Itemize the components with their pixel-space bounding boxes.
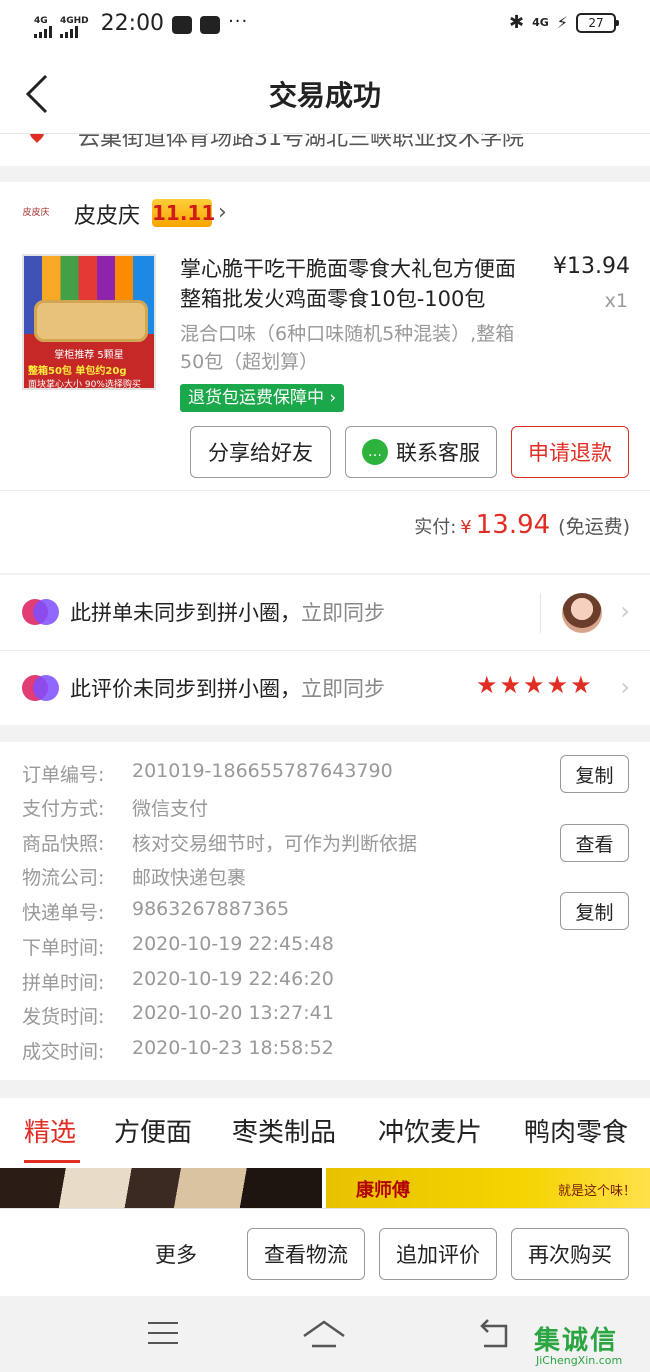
info-row-order-no: 订单编号: 201019-186655787643790 — [22, 760, 393, 786]
chevron-right-icon[interactable]: › — [218, 200, 227, 225]
return-shipping-guarantee-tag[interactable]: 退货包运费保障中 › — [180, 384, 345, 412]
shop-name[interactable]: 皮皮庆 — [74, 198, 140, 230]
product-quantity: x1 — [604, 290, 628, 312]
divider — [0, 490, 650, 491]
battery-icon: 27 — [576, 12, 619, 33]
product-price: ¥13.94 — [553, 254, 630, 279]
sync-review-row[interactable]: 此评价未同步到拼小圈，立即同步 ★ ★ ★ ★ ★ › — [0, 650, 650, 725]
order-card: 皮皮庆 皮皮庆 11.11 › 掌柜推荐 5颗星 整箱50包 单包约20g 面块… — [0, 182, 650, 573]
network-type: 4G — [532, 16, 549, 29]
product-thumbnail[interactable]: 康师傅 就是这个味！ — [326, 1168, 650, 1208]
paid-currency: ¥ — [460, 517, 472, 538]
product-image-caption: 面块掌心大小 90%选择购买 — [28, 380, 141, 390]
info-row-snapshot: 商品快照: 核对交易细节时，可作为判断依据 — [22, 833, 418, 855]
chat-bubble-icon: … — [362, 439, 388, 465]
avatar — [562, 593, 602, 633]
more-notifications-icon: ··· — [228, 11, 249, 32]
tab-featured[interactable]: 精选 — [24, 1112, 76, 1149]
bottom-action-bar: 更多 查看物流 追加评价 再次购买 — [0, 1208, 650, 1296]
bluetooth-icon: ✱ — [508, 12, 525, 33]
star-icon: ★ — [499, 671, 522, 699]
nav-bar: 交易成功 — [0, 52, 650, 134]
info-row-ship-time: 发货时间: 2020-10-20 13:27:41 — [22, 1002, 334, 1028]
contact-service-button[interactable]: … 联系客服 — [345, 426, 497, 478]
address-strip: 云巢街道体育场路31号湖北三峡职业技术学院 — [0, 134, 650, 166]
location-pin-icon — [27, 134, 47, 143]
order-info-card: 订单编号: 201019-186655787643790 复制 支付方式: 微信… — [0, 742, 650, 1080]
sync-now-link[interactable]: 立即同步 — [301, 677, 385, 701]
pinxiaoquan-icon — [22, 675, 59, 701]
star-icon: ★ — [570, 671, 592, 699]
info-row-payment: 支付方式: 微信支付 — [22, 798, 209, 820]
charging-icon: ⚡ — [556, 13, 568, 32]
page-title: 交易成功 — [268, 79, 381, 112]
product-image-promo: 整箱50包 单包约20g — [28, 366, 127, 377]
add-review-button[interactable]: 追加评价 — [379, 1228, 497, 1280]
product-image[interactable]: 掌柜推荐 5颗星 整箱50包 单包约20g 面块掌心大小 90%选择购买 — [22, 254, 156, 390]
sync-review-text: 此评价未同步到拼小圈， — [70, 677, 301, 701]
tab-instant-noodles[interactable]: 方便面 — [114, 1112, 192, 1149]
status-bar: 4G 4GHD 22:00 ··· ✱ 4G ⚡ 27 — [0, 0, 650, 52]
sync-order-row[interactable]: 此拼单未同步到拼小圈，立即同步 › — [0, 575, 650, 650]
info-row-logistics: 物流公司: 邮政快递包裹 — [22, 867, 247, 889]
chevron-right-icon[interactable]: › — [620, 597, 630, 625]
message-icon — [172, 16, 193, 34]
double-eleven-badge: 11.11 — [152, 199, 216, 227]
pinxiaoquan-icon — [22, 599, 59, 625]
paid-amount-row: 实付: ¥ 13.94 (免运费) — [414, 510, 630, 540]
signal-icon-2: 4GHD — [60, 16, 89, 38]
tab-duck-snacks[interactable]: 鸭肉零食 — [524, 1112, 628, 1149]
contact-service-label: 联系客服 — [396, 441, 480, 465]
info-row-tracking-no: 快递单号: 9863267887365 — [22, 898, 290, 924]
active-tab-indicator — [24, 1160, 80, 1163]
info-row-complete-time: 成交时间: 2020-10-23 18:58:52 — [22, 1037, 334, 1063]
copy-tracking-number-button[interactable]: 复制 — [560, 892, 629, 930]
shipping-note: (免运费) — [558, 516, 630, 538]
category-tabs: 精选 方便面 枣类制品 冲饮麦片 鸭肉零食 — [0, 1098, 650, 1168]
product-spec: 混合口味（6种口味随机5种混装）,整箱50包（超划算） — [180, 323, 515, 373]
rating-stars: ★ ★ ★ ★ ★ — [476, 671, 592, 699]
star-icon: ★ — [476, 671, 498, 699]
view-snapshot-button[interactable]: 查看 — [560, 824, 629, 862]
star-icon: ★ — [523, 671, 545, 699]
product-thumbnail[interactable] — [0, 1168, 322, 1208]
more-button[interactable]: 更多 — [155, 1239, 197, 1269]
buy-again-button[interactable]: 再次购买 — [511, 1228, 629, 1280]
star-icon: ★ — [546, 671, 569, 699]
product-image-tag: 掌柜推荐 5颗星 — [54, 350, 124, 361]
signal-icon: 4G — [34, 16, 52, 38]
menu-icon[interactable] — [148, 1322, 178, 1344]
copy-order-number-button[interactable]: 复制 — [560, 755, 629, 793]
address-text: 云巢街道体育场路31号湖北三峡职业技术学院 — [78, 134, 524, 151]
sync-order-text: 此拼单未同步到拼小圈， — [70, 601, 301, 625]
home-icon[interactable] — [300, 1316, 348, 1352]
sync-now-link[interactable]: 立即同步 — [301, 601, 385, 625]
paid-label: 实付: — [414, 517, 457, 538]
watermark-domain: JiChengXin.com — [536, 1354, 623, 1367]
shop-logo: 皮皮庆 — [22, 208, 50, 218]
info-row-order-time: 下单时间: 2020-10-19 22:45:48 — [22, 933, 334, 959]
recommendation-banner: 康师傅 就是这个味！ — [0, 1168, 650, 1208]
chevron-right-icon[interactable]: › — [620, 673, 630, 701]
return-icon[interactable] — [478, 1316, 514, 1352]
watermark-logo: 集诚信 — [534, 1326, 619, 1356]
brand-logo: 康师傅 — [356, 1180, 410, 1201]
tab-cereal[interactable]: 冲饮麦片 — [378, 1112, 482, 1149]
info-row-group-time: 拼单时间: 2020-10-19 22:46:20 — [22, 968, 334, 994]
product-title[interactable]: 掌心脆干吃干脆面零食大礼包方便面整箱批发火鸡面零食10包-100包 — [180, 254, 530, 314]
brand-slogan: 就是这个味！ — [557, 1184, 636, 1199]
share-button[interactable]: 分享给好友 — [190, 426, 331, 478]
paid-amount: 13.94 — [475, 510, 551, 540]
tab-jujube[interactable]: 枣类制品 — [232, 1112, 336, 1149]
view-logistics-button[interactable]: 查看物流 — [247, 1228, 365, 1280]
sync-card: 此拼单未同步到拼小圈，立即同步 › 此评价未同步到拼小圈，立即同步 ★ ★ ★ … — [0, 575, 650, 725]
refund-button[interactable]: 申请退款 — [511, 426, 629, 478]
notification-icon — [200, 16, 221, 34]
clock: 22:00 — [100, 11, 165, 36]
system-nav-bar: 集诚信 JiChengXin.com — [0, 1296, 650, 1372]
